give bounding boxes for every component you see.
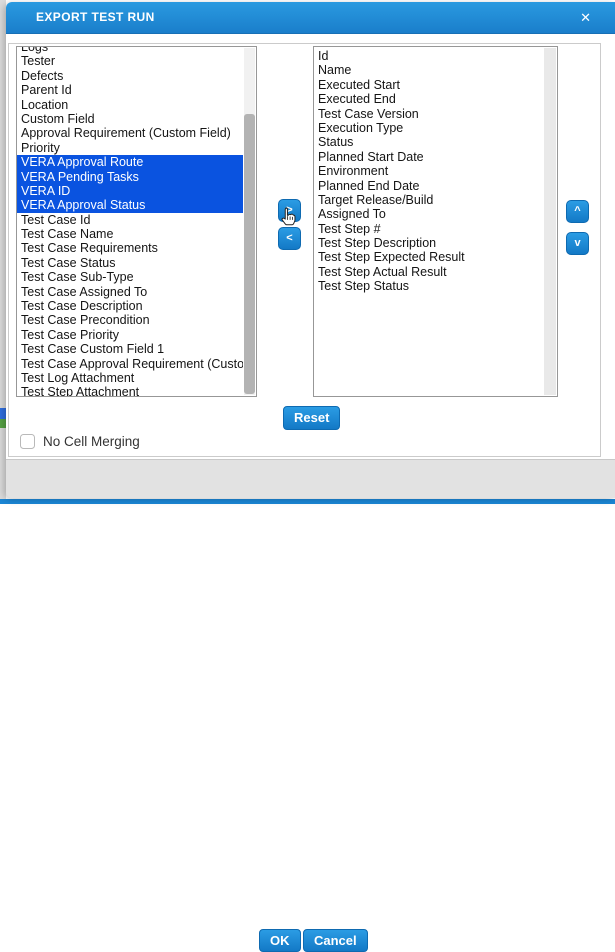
list-item[interactable]: Assigned To	[314, 207, 544, 221]
cancel-button[interactable]: Cancel	[303, 929, 368, 952]
list-item[interactable]: Tester	[17, 54, 243, 68]
list-item[interactable]: Logs	[17, 46, 243, 54]
list-item[interactable]: Test Case Precondition	[17, 313, 243, 327]
list-item[interactable]: Test Step Description	[314, 236, 544, 250]
right-list-scrollbar[interactable]	[544, 48, 556, 395]
selected-fields-list[interactable]: IdNameExecuted StartExecuted EndTest Cas…	[313, 46, 558, 397]
list-item[interactable]: Test Case Priority	[17, 328, 243, 342]
no-cell-merging-checkbox[interactable]	[20, 434, 35, 449]
available-fields-list[interactable]: LogsTesterDefectsParent IdLocationCustom…	[16, 46, 257, 397]
list-item[interactable]: Approval Requirement (Custom Field)	[17, 126, 243, 140]
available-fields-items: LogsTesterDefectsParent IdLocationCustom…	[17, 46, 243, 397]
background-page-bottom-bar	[0, 499, 615, 504]
list-item[interactable]: Executed End	[314, 92, 544, 106]
list-item[interactable]: Test Step Expected Result	[314, 250, 544, 264]
list-item[interactable]: Test Case Custom Field 1	[17, 342, 243, 356]
reset-button[interactable]: Reset	[283, 406, 340, 430]
list-item[interactable]: Planned Start Date	[314, 150, 544, 164]
ok-button[interactable]: OK	[259, 929, 301, 952]
list-item[interactable]: VERA ID	[17, 184, 243, 198]
list-item[interactable]: Parent Id	[17, 83, 243, 97]
no-cell-merging-option: No Cell Merging	[20, 433, 140, 449]
list-item[interactable]: Test Case Name	[17, 227, 243, 241]
list-item[interactable]: Defects	[17, 69, 243, 83]
list-item[interactable]: Test Case Status	[17, 256, 243, 270]
list-item[interactable]: Priority	[17, 141, 243, 155]
list-item[interactable]: Test Case Sub-Type	[17, 270, 243, 284]
move-down-button[interactable]: v	[566, 232, 589, 255]
list-item[interactable]: Planned End Date	[314, 179, 544, 193]
left-list-scrollbar[interactable]	[244, 48, 255, 395]
list-item[interactable]: Target Release/Build	[314, 193, 544, 207]
export-test-run-dialog: EXPORT TEST RUN ✕ LogsTesterDefectsParen…	[6, 2, 615, 497]
move-left-button[interactable]: <	[278, 227, 301, 250]
move-up-button[interactable]: ^	[566, 200, 589, 223]
list-item[interactable]: Test Case Description	[17, 299, 243, 313]
list-item[interactable]: Test Case Requirements	[17, 241, 243, 255]
list-item[interactable]: Status	[314, 135, 544, 149]
selected-fields-items: IdNameExecuted StartExecuted EndTest Cas…	[314, 47, 544, 294]
list-item[interactable]: Environment	[314, 164, 544, 178]
list-item[interactable]: VERA Approval Status	[17, 198, 243, 212]
list-item[interactable]: Test Case Id	[17, 213, 243, 227]
left-list-scrollbar-thumb[interactable]	[244, 114, 255, 394]
list-item[interactable]: Location	[17, 98, 243, 112]
list-item[interactable]: VERA Approval Route	[17, 155, 243, 169]
list-item[interactable]: Test Step Attachment	[17, 385, 243, 397]
list-item[interactable]: Test Case Assigned To	[17, 285, 243, 299]
list-item[interactable]: Name	[314, 63, 544, 77]
list-item[interactable]: Custom Field	[17, 112, 243, 126]
list-item[interactable]: Test Step Status	[314, 279, 544, 293]
list-item[interactable]: Test Step Actual Result	[314, 265, 544, 279]
close-icon[interactable]: ✕	[580, 2, 591, 33]
dialog-header: EXPORT TEST RUN ✕	[6, 2, 615, 34]
move-right-button[interactable]: >	[278, 199, 301, 222]
dialog-footer: OK Cancel	[6, 459, 615, 498]
list-item[interactable]: Test Case Version	[314, 107, 544, 121]
list-item[interactable]: VERA Pending Tasks	[17, 170, 243, 184]
no-cell-merging-label: No Cell Merging	[43, 434, 140, 449]
list-item[interactable]: Id	[314, 49, 544, 63]
list-item[interactable]: Execution Type	[314, 121, 544, 135]
list-item[interactable]: Test Case Approval Requirement (Custom F…	[17, 357, 243, 371]
list-item[interactable]: Executed Start	[314, 78, 544, 92]
list-item[interactable]: Test Log Attachment	[17, 371, 243, 385]
dialog-title: EXPORT TEST RUN	[36, 2, 155, 33]
list-item[interactable]: Test Step #	[314, 222, 544, 236]
